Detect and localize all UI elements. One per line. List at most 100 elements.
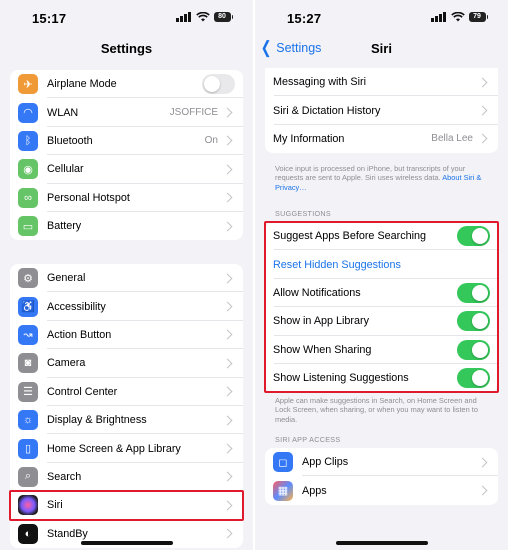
camera-icon: ◙ [18, 353, 38, 374]
battery-level: 80 [213, 12, 231, 22]
status-time: 15:27 [287, 11, 322, 26]
chevron-right-icon [477, 77, 488, 88]
row-label: Control Center [47, 385, 118, 398]
show-when-sharing-toggle[interactable] [457, 339, 490, 360]
siri-group-top: Messaging with Siri Siri & Dictation Hist… [265, 68, 498, 154]
row-action-button[interactable]: ↝ Action Button [10, 321, 243, 350]
row-home-screen-and-app-library[interactable]: ▯ Home Screen & App Library [10, 434, 243, 463]
gear-icon: ⚙ [18, 268, 38, 289]
row-reset-hidden-suggestions[interactable]: Reset Hidden Suggestions [265, 250, 498, 279]
brightness-icon: ☼ [18, 410, 38, 431]
accessibility-icon: ♿ [18, 296, 38, 317]
chevron-right-icon [222, 500, 233, 511]
status-time: 15:17 [32, 11, 67, 26]
row-control-center[interactable]: ☰ Control Center [10, 378, 243, 406]
chevron-right-icon [222, 164, 233, 175]
allow-notifications-toggle[interactable] [457, 282, 490, 303]
row-cellular[interactable]: ◉ Cellular [10, 155, 243, 184]
row-label: Camera [47, 357, 86, 370]
row-battery[interactable]: ▭ Battery [10, 212, 243, 240]
settings-group-connectivity: ✈ Airplane Mode ◠ WLAN JSOFFICE ᛒ Bluetooth On ◉… [10, 70, 243, 241]
privacy-footnote: Voice input is processed on iPhone, but … [275, 164, 492, 192]
app-access-header: SIRI APP ACCESS [275, 435, 341, 444]
battery-level: 79 [468, 12, 486, 22]
show-in-app-library-toggle[interactable] [457, 311, 490, 332]
chevron-right-icon [222, 528, 233, 539]
wifi-status-icon [195, 12, 210, 22]
row-label: My Information [273, 132, 345, 145]
chevron-right-icon [222, 192, 233, 203]
chevron-right-icon [477, 485, 488, 496]
settings-screen: 15:17 80 Settings ✈ Airplane Mode ◠ WLAN JSO… [0, 0, 253, 550]
row-suggest-apps-before-searching[interactable]: Suggest Apps Before Searching [265, 222, 498, 251]
row-label: Home Screen & App Library [47, 442, 181, 455]
row-label: General [47, 272, 86, 285]
chevron-right-icon [222, 443, 233, 454]
row-label: Suggest Apps Before Searching [273, 230, 427, 243]
toggle-knob [472, 370, 488, 387]
row-personal-hotspot[interactable]: ∞ Personal Hotspot [10, 184, 243, 212]
chevron-right-icon [222, 386, 233, 397]
toggle-knob [472, 284, 488, 301]
row-value: Bella Lee [431, 133, 473, 145]
row-apps[interactable]: ▦ Apps [265, 476, 498, 504]
row-show-in-app-library[interactable]: Show in App Library [265, 307, 498, 336]
row-display-and-brightness[interactable]: ☼ Display & Brightness [10, 406, 243, 435]
row-label: Cellular [47, 163, 84, 176]
chevron-right-icon [222, 415, 233, 426]
row-label: Show When Sharing [273, 343, 372, 356]
chevron-right-icon [477, 134, 488, 144]
row-label: Search [47, 470, 82, 483]
row-app-clips[interactable]: ◻ App Clips [265, 448, 498, 477]
row-value: On [204, 135, 218, 147]
siri-icon [18, 495, 38, 516]
chevron-right-icon [222, 330, 233, 340]
home-indicator [335, 541, 428, 545]
search-icon: ⌕ [18, 466, 38, 487]
chevron-right-icon [222, 221, 233, 232]
status-bar: 15:17 80 [0, 0, 253, 36]
wifi-status-icon [450, 12, 465, 22]
home-screen-icon: ▯ [18, 438, 38, 459]
reset-hidden-suggestions-link: Reset Hidden Suggestions [273, 258, 401, 271]
row-label: Show in App Library [273, 315, 370, 328]
app-clips-icon: ◻ [273, 452, 293, 473]
row-label: Siri [47, 499, 63, 512]
row-label: Apps [302, 484, 327, 497]
row-search[interactable]: ⌕ Search [10, 463, 243, 492]
row-airplane-mode[interactable]: ✈ Airplane Mode [10, 70, 243, 99]
row-show-when-sharing[interactable]: Show When Sharing [265, 336, 498, 364]
row-label: Messaging with Siri [273, 76, 367, 89]
show-listening-suggestions-toggle[interactable] [457, 368, 490, 389]
apps-grid-icon: ▦ [273, 480, 293, 501]
row-camera[interactable]: ◙ Camera [10, 349, 243, 378]
control-center-icon: ☰ [18, 381, 38, 402]
cellular-icon: ◉ [18, 159, 38, 180]
row-siri-and-dictation-history[interactable]: Siri & Dictation History [265, 96, 498, 125]
chevron-right-icon [222, 273, 233, 284]
row-label: WLAN [47, 106, 79, 119]
row-general[interactable]: ⚙ General [10, 264, 243, 293]
home-indicator [80, 541, 173, 545]
suggest-apps-before-searching-toggle[interactable] [457, 226, 490, 247]
row-show-listening-suggestions[interactable]: Show Listening Suggestions [265, 364, 498, 392]
row-messaging-with-siri[interactable]: Messaging with Siri [265, 68, 498, 97]
airplane-mode-toggle[interactable] [202, 74, 235, 95]
row-my-information[interactable]: My Information Bella Lee [265, 125, 498, 153]
row-allow-notifications[interactable]: Allow Notifications [265, 279, 498, 308]
standby-icon: ◐ [18, 523, 38, 544]
suggestions-footnote: Apple can make suggestions in Search, on… [275, 396, 478, 424]
toggle-knob [472, 313, 488, 330]
row-bluetooth[interactable]: ᛒ Bluetooth On [10, 127, 243, 156]
suggestions-header: SUGGESTIONS [275, 209, 332, 218]
row-siri[interactable]: Siri [10, 491, 243, 520]
row-label: Action Button [47, 328, 112, 341]
row-accessibility[interactable]: ♿ Accessibility [10, 292, 243, 321]
row-label: Accessibility [47, 300, 106, 313]
battery-icon: ▭ [18, 216, 38, 237]
page-title: Settings [100, 41, 153, 56]
chevron-right-icon [477, 105, 488, 116]
row-wlan[interactable]: ◠ WLAN JSOFFICE [10, 98, 243, 127]
status-bar: 15:27 79 [255, 0, 508, 36]
chevron-right-icon [477, 457, 488, 468]
